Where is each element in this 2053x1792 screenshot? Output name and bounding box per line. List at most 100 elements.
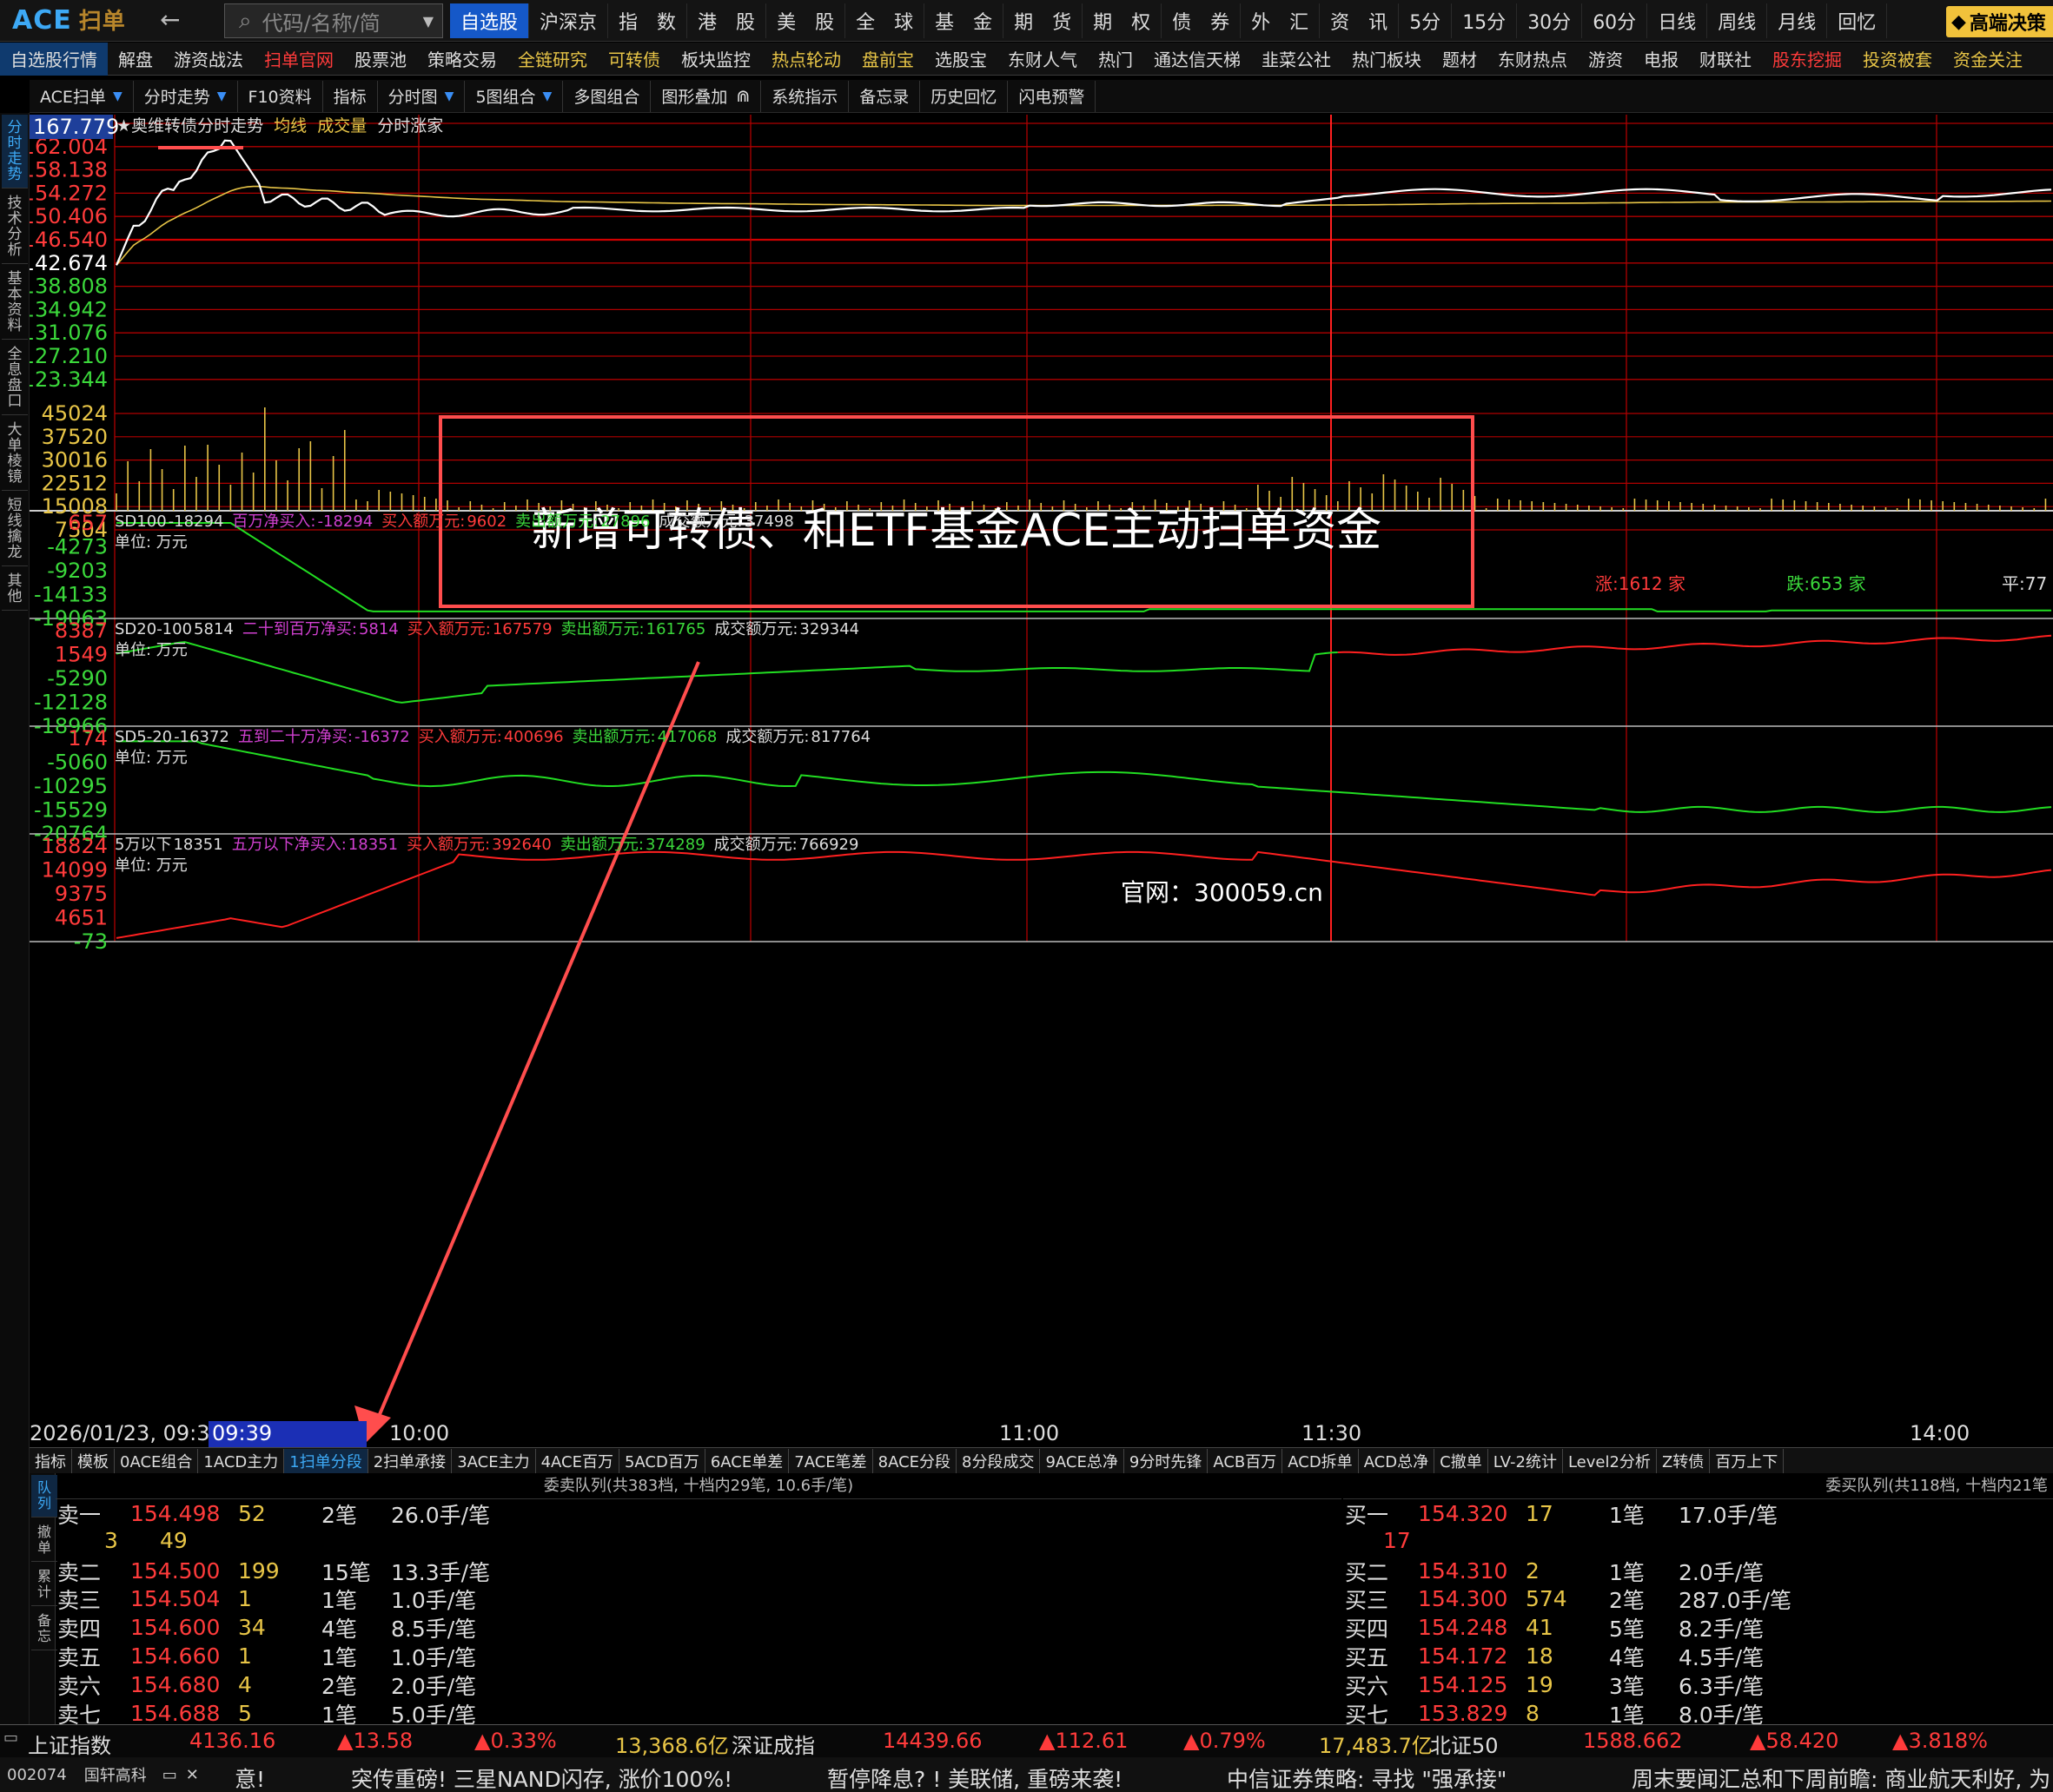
indicator-tab[interactable]: 1扫单分段 (284, 1448, 368, 1473)
toolbar-item[interactable]: 5图组合 ▼ (465, 80, 564, 112)
sell-queue-row[interactable]: 卖一 154.498 52 2笔 26.0手/笔 (57, 1499, 666, 1528)
indicator-tab[interactable]: 指标 (30, 1448, 72, 1473)
feature-nav-item[interactable]: 电报 (1633, 46, 1689, 71)
queue-tab[interactable]: 累计 (31, 1564, 57, 1606)
nav-7[interactable]: 期 货 (1003, 3, 1083, 38)
nav-4[interactable]: 美 股 (766, 3, 846, 38)
feature-nav-item[interactable]: 全链研究 (507, 46, 598, 71)
pin-icon[interactable]: ▭ (162, 1766, 177, 1784)
nav-3[interactable]: 港 股 (687, 3, 767, 38)
sell-queue-row[interactable]: 卖四 154.600 34 4笔 8.5手/笔 (57, 1613, 666, 1642)
indicator-tab[interactable]: LV-2统计 (1488, 1448, 1563, 1473)
sell-queue-row[interactable]: 卖六 154.680 4 2笔 2.0手/笔 (57, 1670, 666, 1699)
toolbar-item[interactable]: 闪电预警 (1008, 80, 1096, 112)
toolbar-item[interactable]: 分时图 ▼ (378, 80, 466, 112)
indicator-tab[interactable]: 1ACD主力 (198, 1448, 285, 1473)
feature-nav-item[interactable]: 游资战法 (163, 46, 254, 71)
nav-13[interactable]: 15分 (1452, 3, 1518, 38)
feature-nav-item[interactable]: 资金关注 (1943, 46, 2033, 71)
chevron-down-icon[interactable]: ▼ (543, 89, 553, 103)
indicator-tab[interactable]: 9ACE总净 (1040, 1448, 1124, 1473)
nav-6[interactable]: 基 金 (924, 3, 1004, 38)
feature-nav-item[interactable]: 通达信天梯 (1143, 46, 1251, 71)
news-item[interactable]: 中信证券策略: 寻找 "强承接" (1227, 1762, 1507, 1792)
toolbar-item[interactable]: 历史回忆 (920, 80, 1009, 112)
time-cursor[interactable]: 09:39 (209, 1421, 367, 1447)
indicator-tab[interactable]: 5ACD百万 (619, 1448, 705, 1473)
toolbar-item[interactable]: 系统指示 (761, 80, 850, 112)
indicator-tab[interactable]: 7ACE笔差 (789, 1448, 873, 1473)
nav-1[interactable]: 沪深京 (529, 3, 609, 38)
buy-queue-row[interactable]: 买二 154.310 2 1笔 2.0手/笔 (1345, 1557, 1953, 1585)
sz-index-name[interactable]: 深证成指 (732, 1729, 815, 1759)
buy-queue-row[interactable]: 买五 154.172 18 4笔 4.5手/笔 (1345, 1642, 1953, 1670)
chevron-down-icon[interactable]: ▼ (217, 89, 227, 103)
side-tab[interactable]: 全息盘口 (2, 341, 28, 415)
nav-5[interactable]: 全 球 (845, 3, 925, 38)
toolbar-item[interactable]: 多图组合 (563, 80, 652, 112)
side-tab[interactable]: 大单棱镜 (2, 417, 28, 491)
toolbar-item[interactable]: ACE扫单 ▼ (30, 80, 134, 112)
feature-nav-item[interactable]: 盘前宝 (851, 46, 924, 71)
feature-nav-item[interactable]: 东财热点 (1487, 46, 1578, 71)
toolbar-item[interactable]: 图形叠加 ⋒ (651, 80, 762, 112)
bz-index-name[interactable]: 北证50 (1430, 1729, 1499, 1759)
buy-queue-row[interactable]: 买六 154.125 19 3笔 6.3手/笔 (1345, 1670, 1953, 1699)
nav-9[interactable]: 债 券 (1162, 3, 1242, 38)
queue-tab[interactable]: 队列 (31, 1475, 57, 1518)
nav-12[interactable]: 5分 (1399, 3, 1453, 38)
sh-index-name[interactable]: 上证指数 (28, 1729, 111, 1759)
nav-0[interactable]: 自选股 (450, 3, 530, 38)
feature-nav-item[interactable]: 热门 (1088, 46, 1143, 71)
indicator-tab[interactable]: 百万上下 (1710, 1448, 1785, 1473)
nav-14[interactable]: 30分 (1517, 3, 1583, 38)
indicator-tab[interactable]: Level2分析 (1563, 1448, 1657, 1473)
news-item[interactable]: 突传重磅! 三星NAND闪存, 涨价100%! (351, 1762, 732, 1792)
news-item[interactable]: 意! (235, 1762, 265, 1792)
indicator-tab[interactable]: ACD总净 (1359, 1448, 1435, 1473)
feature-nav-item[interactable]: 解盘 (108, 46, 163, 71)
buy-queue-row[interactable]: 买三 154.300 574 2笔 287.0手/笔 (1345, 1584, 1953, 1613)
indicator-tab[interactable]: 6ACE单差 (705, 1448, 790, 1473)
chevron-down-icon[interactable]: ▼ (423, 13, 434, 30)
queue-tab[interactable]: 撤单 (31, 1519, 57, 1562)
indicator-tab[interactable]: 8分段成交 (957, 1448, 1041, 1473)
feature-nav-item[interactable]: 财联社 (1689, 46, 1762, 71)
feature-nav-item[interactable]: 自选股行情 (0, 42, 108, 76)
feature-nav-item[interactable]: 股东挖掘 (1762, 46, 1852, 71)
feature-nav-item[interactable]: 东财人气 (997, 46, 1088, 71)
feature-nav-item[interactable]: 策略交易 (417, 46, 507, 71)
feature-nav-item[interactable]: 板块监控 (671, 46, 761, 71)
side-tab[interactable]: 分时走势 (2, 115, 28, 188)
buy-queue-row[interactable]: 买一 154.320 17 1笔 17.0手/笔 (1345, 1499, 1953, 1528)
indicator-tab[interactable]: 4ACE百万 (536, 1448, 619, 1473)
feature-nav-item[interactable]: 扫单官网 (254, 46, 344, 71)
indicator-tab[interactable]: 2扫单承接 (368, 1448, 453, 1473)
indicator-tab[interactable]: Z转债 (1657, 1448, 1711, 1473)
indicator-tab[interactable]: 模板 (72, 1448, 115, 1473)
nav-17[interactable]: 周线 (1707, 3, 1768, 38)
chevron-down-icon[interactable]: ▼ (113, 89, 123, 103)
indicator-tab[interactable]: 0ACE组合 (115, 1448, 199, 1473)
feature-nav-item[interactable]: 投资被套 (1852, 46, 1943, 71)
toolbar-item[interactable]: 分时走势 ▼ (134, 80, 238, 112)
nav-11[interactable]: 资 讯 (1320, 3, 1400, 38)
feature-nav-item[interactable]: 热点轮动 (761, 46, 851, 71)
feature-nav-item[interactable]: 可转债 (598, 46, 671, 71)
toolbar-item[interactable]: F10资料 (238, 80, 323, 112)
feature-nav-item[interactable]: 热门板块 (1341, 46, 1432, 71)
search-input[interactable]: ⌕ 代码/名称/简 ▼ (224, 3, 443, 38)
toolbar-item[interactable]: 指标 (323, 80, 378, 112)
side-tab[interactable]: 基本资料 (2, 266, 28, 340)
indicator-tab[interactable]: 9分时先锋 (1124, 1448, 1209, 1473)
indicator-tab[interactable]: C撤单 (1434, 1448, 1488, 1473)
feature-nav-item[interactable]: 韭菜公社 (1251, 46, 1341, 71)
sell-queue-row[interactable]: 卖五 154.660 1 1笔 1.0手/笔 (57, 1642, 666, 1670)
indicator-tab[interactable]: 3ACE主力 (452, 1448, 536, 1473)
news-item[interactable]: 暂停降息? ! 美联储, 重磅来袭! (827, 1762, 1123, 1792)
side-tab[interactable]: 技术分析 (2, 190, 28, 264)
indicator-tab[interactable]: ACB百万 (1208, 1448, 1283, 1473)
feature-nav-item[interactable]: 题材 (1432, 46, 1487, 71)
indicator-tab[interactable]: ACD拆单 (1282, 1448, 1359, 1473)
nav-15[interactable]: 60分 (1582, 3, 1648, 38)
